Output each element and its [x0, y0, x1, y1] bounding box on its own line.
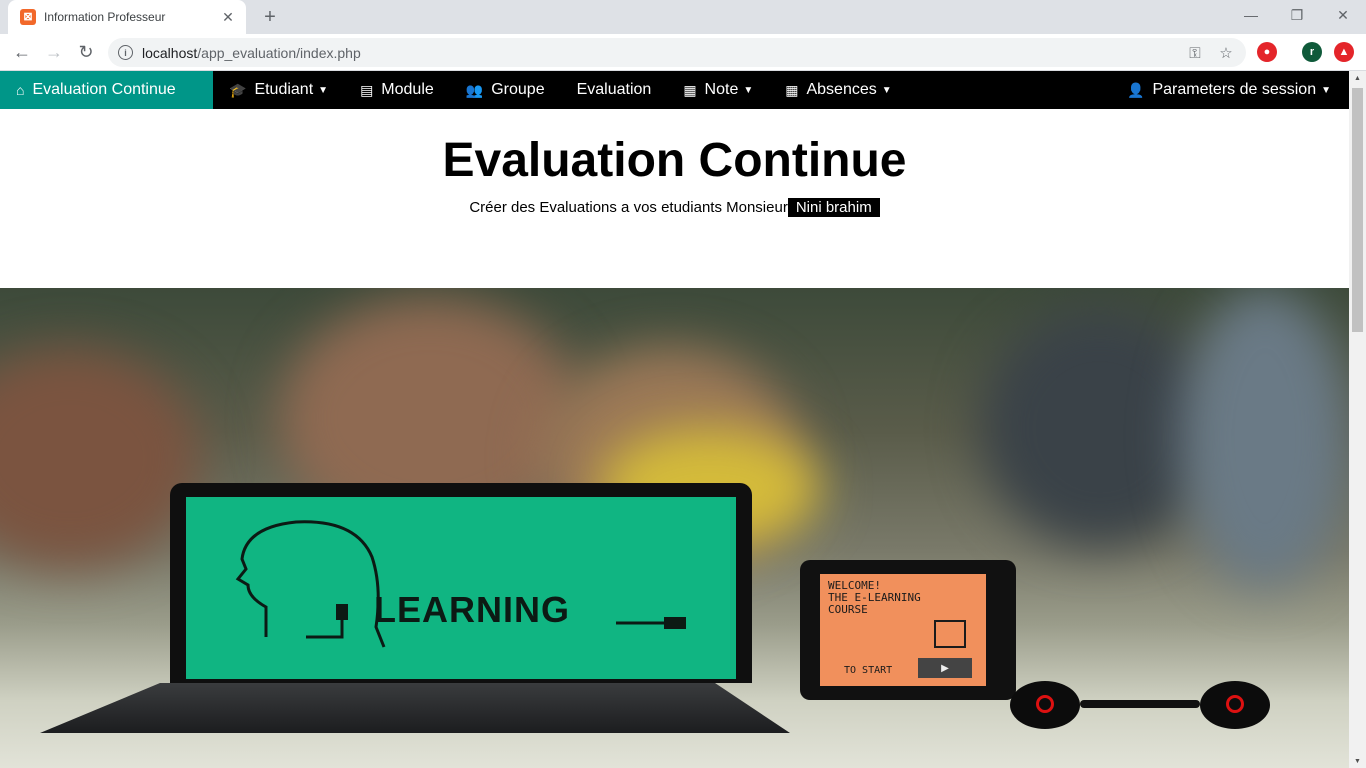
caret-down-icon: ▼ [1321, 84, 1331, 96]
scroll-down-icon[interactable]: ▼ [1349, 754, 1366, 768]
browser-tab-strip: ⊠ Information Professeur ✕ + — ❐ ✕ [0, 0, 1366, 34]
close-window-button[interactable]: ✕ [1320, 0, 1366, 30]
page-viewport: ⌂ Evaluation Continue 🎓 Etudiant ▼ ▤ Mod… [0, 71, 1349, 768]
url-text[interactable]: localhost/app_evaluation/index.php [142, 45, 361, 61]
tablet-start-text: TO START [844, 665, 893, 676]
page-subtitle: Créer des Evaluations a vos etudiants Mo… [0, 198, 1349, 217]
nav-label: Note [704, 81, 739, 98]
caret-down-icon: ▼ [743, 84, 754, 96]
table-icon: ▦ [785, 81, 799, 98]
list-alt-icon: ▤ [360, 81, 374, 98]
nav-groupe[interactable]: 👥 Groupe [450, 71, 561, 109]
nav-session-settings[interactable]: 👤 Parameters de session ▼ [1111, 71, 1349, 109]
caret-down-icon: ▼ [318, 84, 329, 96]
page-title: Evaluation Continue [442, 134, 907, 187]
profile-avatar[interactable]: r [1302, 42, 1322, 62]
xampp-favicon-icon: ⊠ [20, 9, 36, 25]
laptop: LEARNING [170, 483, 752, 683]
table-icon: ▦ [683, 81, 697, 98]
nav-label: Absences [806, 81, 877, 98]
browser-toolbar: ← → ↻ i localhost/app_evaluation/index.p… [0, 34, 1366, 71]
nav-note[interactable]: ▦ Note ▼ [667, 71, 769, 109]
home-icon: ⌂ [16, 82, 25, 98]
headphone-logo-icon [1226, 695, 1244, 713]
browser-tab[interactable]: ⊠ Information Professeur ✕ [8, 0, 246, 34]
info-icon[interactable]: i [118, 45, 133, 60]
main-navbar: ⌂ Evaluation Continue 🎓 Etudiant ▼ ▤ Mod… [0, 71, 1349, 109]
nav-home[interactable]: ⌂ Evaluation Continue [0, 71, 213, 109]
user-icon: 👤 [1127, 81, 1145, 98]
tab-close-icon[interactable]: ✕ [220, 9, 236, 25]
flower-sketch-icon [934, 620, 966, 648]
users-icon: 👥 [465, 81, 484, 98]
nav-brand-label: Evaluation Continue [32, 81, 176, 98]
page-scrollbar[interactable]: ▲ ▼ [1349, 71, 1366, 768]
new-tab-button[interactable]: + [258, 5, 282, 29]
headphone-logo-icon [1036, 695, 1054, 713]
nav-label: Etudiant [254, 81, 314, 98]
nav-etudiant[interactable]: 🎓 Etudiant ▼ [213, 71, 344, 109]
headphone-left [1010, 681, 1080, 729]
nav-label: Parameters de session [1152, 81, 1317, 98]
scroll-thumb[interactable] [1352, 88, 1363, 332]
update-extension-icon[interactable]: ▲ [1334, 42, 1354, 62]
teacher-name-badge: Nini brahim [787, 198, 880, 217]
play-icon: ▶ [918, 658, 972, 678]
tablet-screen: WELCOME! THE E-LEARNING COURSE TO START … [820, 574, 986, 686]
laptop-display: LEARNING [186, 497, 736, 679]
hero-header: Evaluation Continue Créer des Evaluation… [0, 109, 1349, 217]
head-outline-icon [235, 520, 686, 648]
minimize-button[interactable]: — [1228, 0, 1274, 30]
nav-absences[interactable]: ▦ Absences ▼ [769, 71, 907, 109]
hero-image: LEARNING WELCOME! THE E-LEARNING COURSE … [0, 288, 1349, 768]
adblock-extension-icon[interactable]: ● [1257, 42, 1277, 62]
headphone-right [1200, 681, 1270, 729]
laptop-learning-text: LEARNING [374, 589, 570, 630]
laptop-keyboard [40, 683, 790, 733]
caret-down-icon: ▼ [881, 84, 892, 96]
tab-title: Information Professeur [44, 10, 166, 24]
graduation-cap-icon: 🎓 [229, 81, 247, 98]
blurred-window [1180, 288, 1349, 588]
nav-evaluation[interactable]: Evaluation [561, 71, 668, 109]
star-icon[interactable]: ☆ [1216, 43, 1236, 63]
tablet: WELCOME! THE E-LEARNING COURSE TO START … [800, 560, 1016, 700]
nav-label: Evaluation [576, 81, 652, 98]
restore-button[interactable]: ❐ [1274, 0, 1320, 30]
headphone-band [1080, 700, 1200, 708]
key-icon[interactable]: ⚿ [1185, 43, 1205, 63]
nav-label: Module [381, 81, 434, 98]
back-button[interactable]: ← [8, 38, 36, 66]
reload-button[interactable]: ↻ [72, 38, 100, 66]
nav-label: Groupe [491, 81, 545, 98]
forward-button[interactable]: → [40, 38, 68, 66]
nav-module[interactable]: ▤ Module [344, 71, 450, 109]
tablet-text-line: COURSE [828, 603, 868, 616]
scroll-up-icon[interactable]: ▲ [1349, 71, 1366, 85]
address-bar[interactable]: i localhost/app_evaluation/index.php ⚿ ☆ [108, 38, 1246, 67]
